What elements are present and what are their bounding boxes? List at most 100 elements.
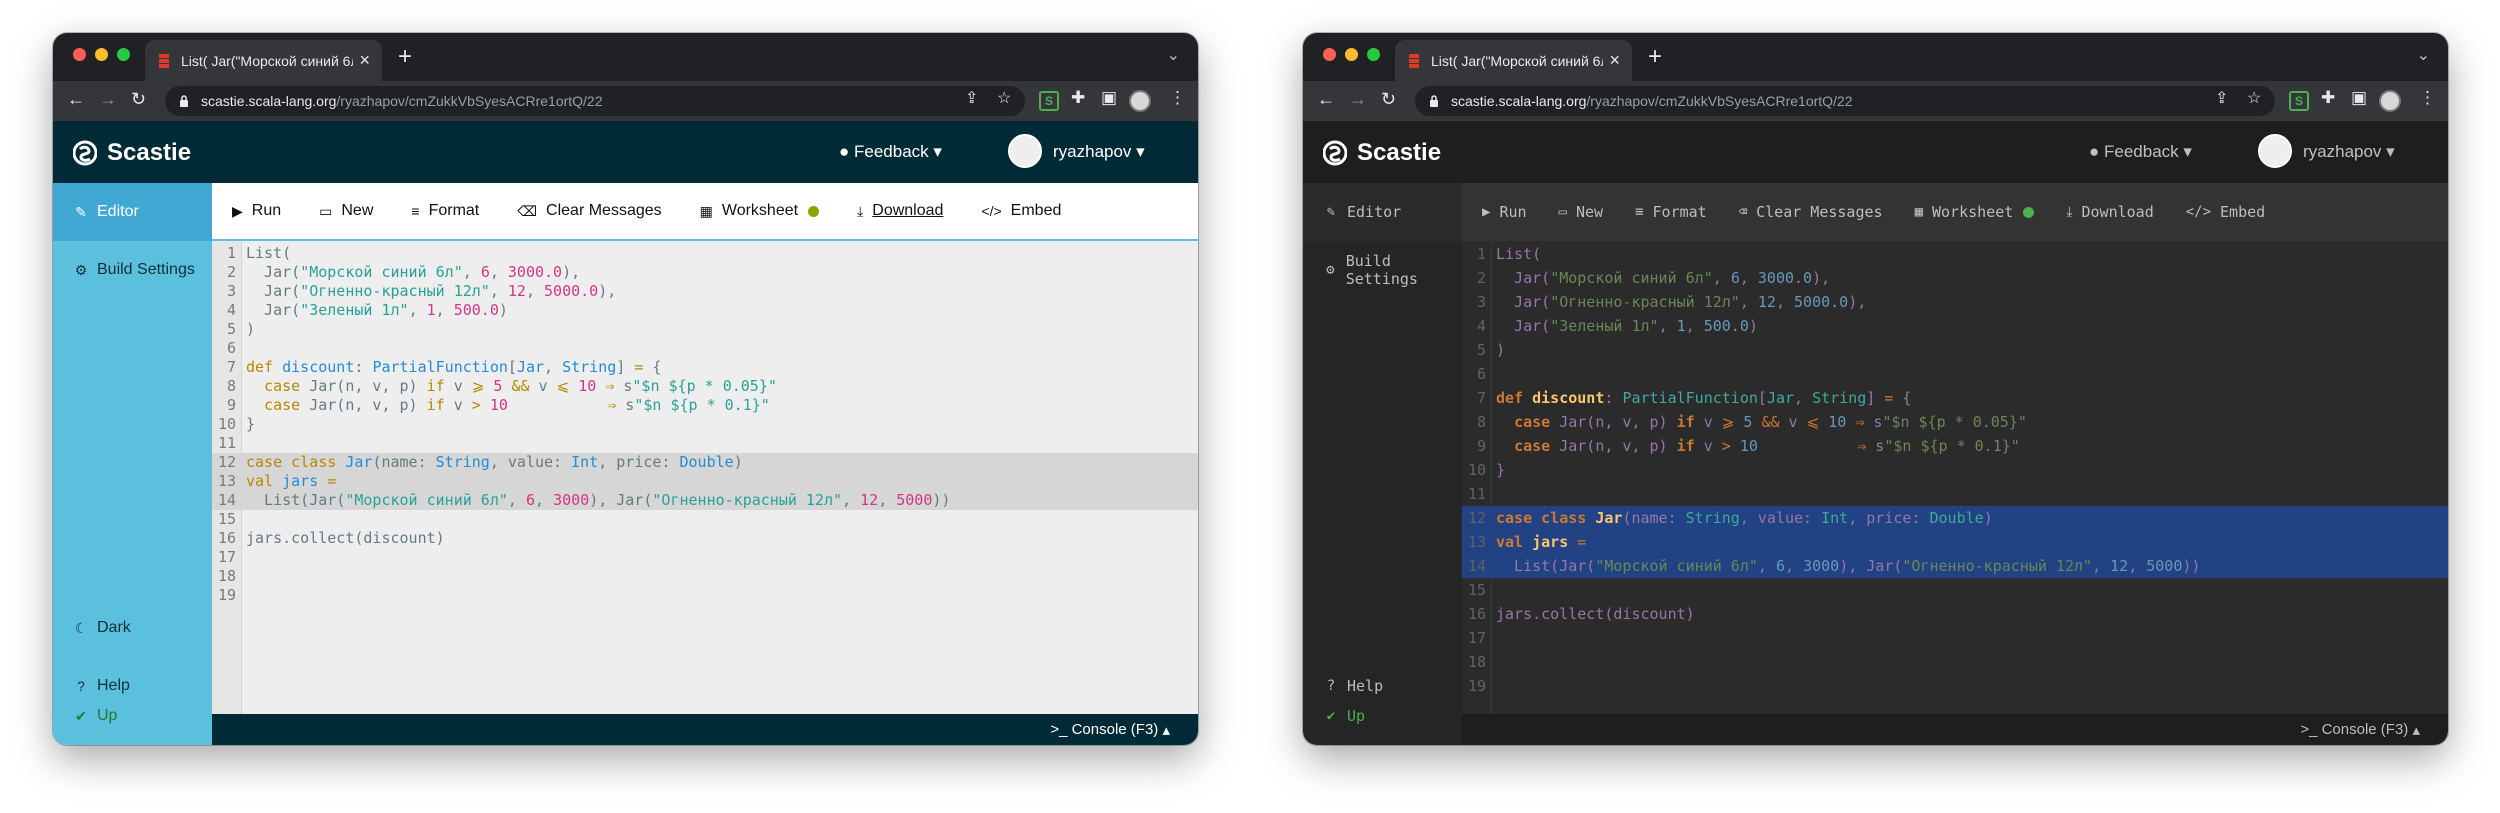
- sidebar-item-editor[interactable]: ✎ Editor: [53, 183, 212, 241]
- code-line[interactable]: 3 Jar("Огненно-красный 12л", 12, 5000.0)…: [1462, 290, 2448, 314]
- reload-icon[interactable]: ↻: [1381, 89, 1396, 110]
- code-line[interactable]: 15: [212, 510, 1198, 529]
- code-line[interactable]: 16 jars.collect(discount): [1462, 602, 2448, 626]
- tab-close-icon[interactable]: ×: [359, 50, 370, 71]
- download-button[interactable]: ⤓ Download: [2066, 203, 2153, 221]
- code-line[interactable]: 5): [1462, 338, 2448, 362]
- profile-avatar-icon[interactable]: [2379, 90, 2401, 112]
- forward-arrow-icon[interactable]: →: [99, 89, 117, 110]
- code-line[interactable]: 19: [1462, 674, 2448, 698]
- code-line[interactable]: 4 Jar("Зеленый 1л", 1, 500.0): [1462, 314, 2448, 338]
- format-button[interactable]: ≡ Format: [411, 202, 479, 220]
- user-menu[interactable]: ryazhapov ▾: [1053, 142, 1145, 162]
- side-panel-icon[interactable]: ▣: [1101, 88, 1117, 108]
- code-line[interactable]: 11: [212, 434, 1198, 453]
- browser-tab[interactable]: List( Jar("Морской синий 6л" ×: [1395, 40, 1632, 81]
- share-icon[interactable]: ⇪: [965, 88, 978, 108]
- code-line[interactable]: 18: [1462, 650, 2448, 674]
- worksheet-toggle[interactable]: ▦ Worksheet: [1915, 203, 2035, 221]
- browser-menu-icon[interactable]: ⋮: [1169, 88, 1186, 108]
- maximize-window-button[interactable]: [1367, 48, 1380, 61]
- feedback-dropdown[interactable]: ● Feedback ▾: [839, 142, 942, 162]
- scastie-logo[interactable]: Scastie: [1323, 139, 1441, 167]
- code-line[interactable]: 9 case Jar(n, v, p) if v > 10 ⇒ s"$n ${p…: [212, 396, 1198, 415]
- code-line[interactable]: 10}: [212, 415, 1198, 434]
- code-line[interactable]: 16 jars.collect(discount): [212, 529, 1198, 548]
- code-line[interactable]: 6: [212, 339, 1198, 358]
- scastie-extension-icon[interactable]: S: [1039, 91, 1059, 111]
- side-panel-icon[interactable]: ▣: [2351, 88, 2367, 108]
- bookmark-star-icon[interactable]: ☆: [997, 88, 1011, 108]
- code-line[interactable]: 18: [212, 567, 1198, 586]
- worksheet-toggle[interactable]: ▦ Worksheet: [700, 202, 820, 220]
- close-window-button[interactable]: [1323, 48, 1336, 61]
- code-line[interactable]: 7 def discount: PartialFunction[Jar, Stri…: [212, 358, 1198, 377]
- sidebar-item-editor[interactable]: ✎ Editor: [1303, 183, 1462, 241]
- code-line[interactable]: 11: [1462, 482, 2448, 506]
- back-arrow-icon[interactable]: ←: [1317, 89, 1335, 110]
- sidebar-item-build-settings[interactable]: ⚙ Build Settings: [1303, 241, 1462, 299]
- code-line[interactable]: 10}: [1462, 458, 2448, 482]
- back-arrow-icon[interactable]: ←: [67, 89, 85, 110]
- scastie-extension-icon[interactable]: S: [2289, 91, 2309, 111]
- code-line[interactable]: 13 val jars =: [1462, 530, 2448, 554]
- user-menu[interactable]: ryazhapov ▾: [2303, 142, 2395, 162]
- clear-messages-button[interactable]: ⌫ Clear Messages: [517, 202, 661, 220]
- code-line[interactable]: 13 val jars =: [212, 472, 1198, 491]
- code-line[interactable]: 2 Jar("Морской синий 6л", 6, 3000.0),: [212, 263, 1198, 282]
- code-line[interactable]: 14 List(Jar("Морской синий 6л", 6, 3000)…: [1462, 554, 2448, 578]
- forward-arrow-icon[interactable]: →: [1349, 89, 1367, 110]
- new-button[interactable]: ▭ New: [319, 202, 373, 220]
- feedback-dropdown[interactable]: ● Feedback ▾: [2089, 142, 2192, 162]
- minimize-window-button[interactable]: [1345, 48, 1358, 61]
- browser-menu-icon[interactable]: ⋮: [2419, 88, 2436, 108]
- sidebar-item-dark-theme[interactable]: ☾ Dark: [53, 599, 212, 657]
- code-line[interactable]: 2 Jar("Морской синий 6л", 6, 3000.0),: [1462, 266, 2448, 290]
- code-line[interactable]: 9 case Jar(n, v, p) if v > 10 ⇒ s"$n ${p…: [1462, 434, 2448, 458]
- clear-messages-button[interactable]: ⌫ Clear Messages: [1739, 203, 1883, 221]
- code-line[interactable]: 7 def discount: PartialFunction[Jar, Stri…: [1462, 386, 2448, 410]
- new-tab-button[interactable]: +: [398, 43, 412, 71]
- embed-button[interactable]: </> Embed: [981, 202, 1061, 220]
- code-line[interactable]: 12 case class Jar(name: String, value: In…: [1462, 506, 2448, 530]
- code-line[interactable]: 6: [1462, 362, 2448, 386]
- code-line[interactable]: 12 case class Jar(name: String, value: In…: [212, 453, 1198, 472]
- extensions-puzzle-icon[interactable]: ✚: [2321, 88, 2335, 108]
- close-window-button[interactable]: [73, 48, 86, 61]
- console-toggle[interactable]: >_ Console (F3) ▴: [212, 714, 1198, 745]
- user-avatar[interactable]: [2258, 134, 2292, 168]
- reload-icon[interactable]: ↻: [131, 89, 146, 110]
- code-line[interactable]: 5): [212, 320, 1198, 339]
- share-icon[interactable]: ⇪: [2215, 88, 2228, 108]
- code-line[interactable]: 17: [1462, 626, 2448, 650]
- tab-search-icon[interactable]: ⌄: [1167, 45, 1180, 65]
- format-button[interactable]: ≡ Format: [1635, 203, 1707, 221]
- address-bar[interactable]: scastie.scala-lang.org/ryazhapov/cmZukkV…: [165, 86, 1025, 116]
- code-line[interactable]: 15: [1462, 578, 2448, 602]
- embed-button[interactable]: </> Embed: [2186, 203, 2265, 221]
- scastie-logo[interactable]: Scastie: [73, 139, 191, 167]
- profile-avatar-icon[interactable]: [1129, 90, 1151, 112]
- maximize-window-button[interactable]: [117, 48, 130, 61]
- new-button[interactable]: ▭ New: [1559, 203, 1604, 221]
- download-button[interactable]: ⤓ Download: [857, 202, 943, 220]
- run-button[interactable]: ▶ Run: [232, 202, 281, 220]
- minimize-window-button[interactable]: [95, 48, 108, 61]
- sidebar-item-status[interactable]: ✔ Up: [1303, 687, 1462, 745]
- console-toggle[interactable]: >_ Console (F3) ▴: [1462, 714, 2448, 745]
- tab-close-icon[interactable]: ×: [1609, 50, 1620, 71]
- code-line[interactable]: 3 Jar("Огненно-красный 12л", 12, 5000.0)…: [212, 282, 1198, 301]
- run-button[interactable]: ▶ Run: [1482, 203, 1527, 221]
- code-editor[interactable]: 1 List(2 Jar("Морской синий 6л", 6, 3000.…: [1462, 241, 2448, 714]
- extensions-puzzle-icon[interactable]: ✚: [1071, 88, 1085, 108]
- code-line[interactable]: 4 Jar("Зеленый 1л", 1, 500.0): [212, 301, 1198, 320]
- code-line[interactable]: 19: [212, 586, 1198, 605]
- code-line[interactable]: 8 case Jar(n, v, p) if v ⩾ 5 && v ⩽ 10 ⇒…: [1462, 410, 2448, 434]
- user-avatar[interactable]: [1008, 134, 1042, 168]
- new-tab-button[interactable]: +: [1648, 43, 1662, 71]
- bookmark-star-icon[interactable]: ☆: [2247, 88, 2261, 108]
- address-bar[interactable]: scastie.scala-lang.org/ryazhapov/cmZukkV…: [1415, 86, 2275, 116]
- sidebar-item-status[interactable]: ✔ Up: [53, 687, 212, 745]
- tab-search-icon[interactable]: ⌄: [2417, 45, 2430, 65]
- code-editor[interactable]: 1 List(2 Jar("Морской синий 6л", 6, 3000.…: [212, 241, 1198, 714]
